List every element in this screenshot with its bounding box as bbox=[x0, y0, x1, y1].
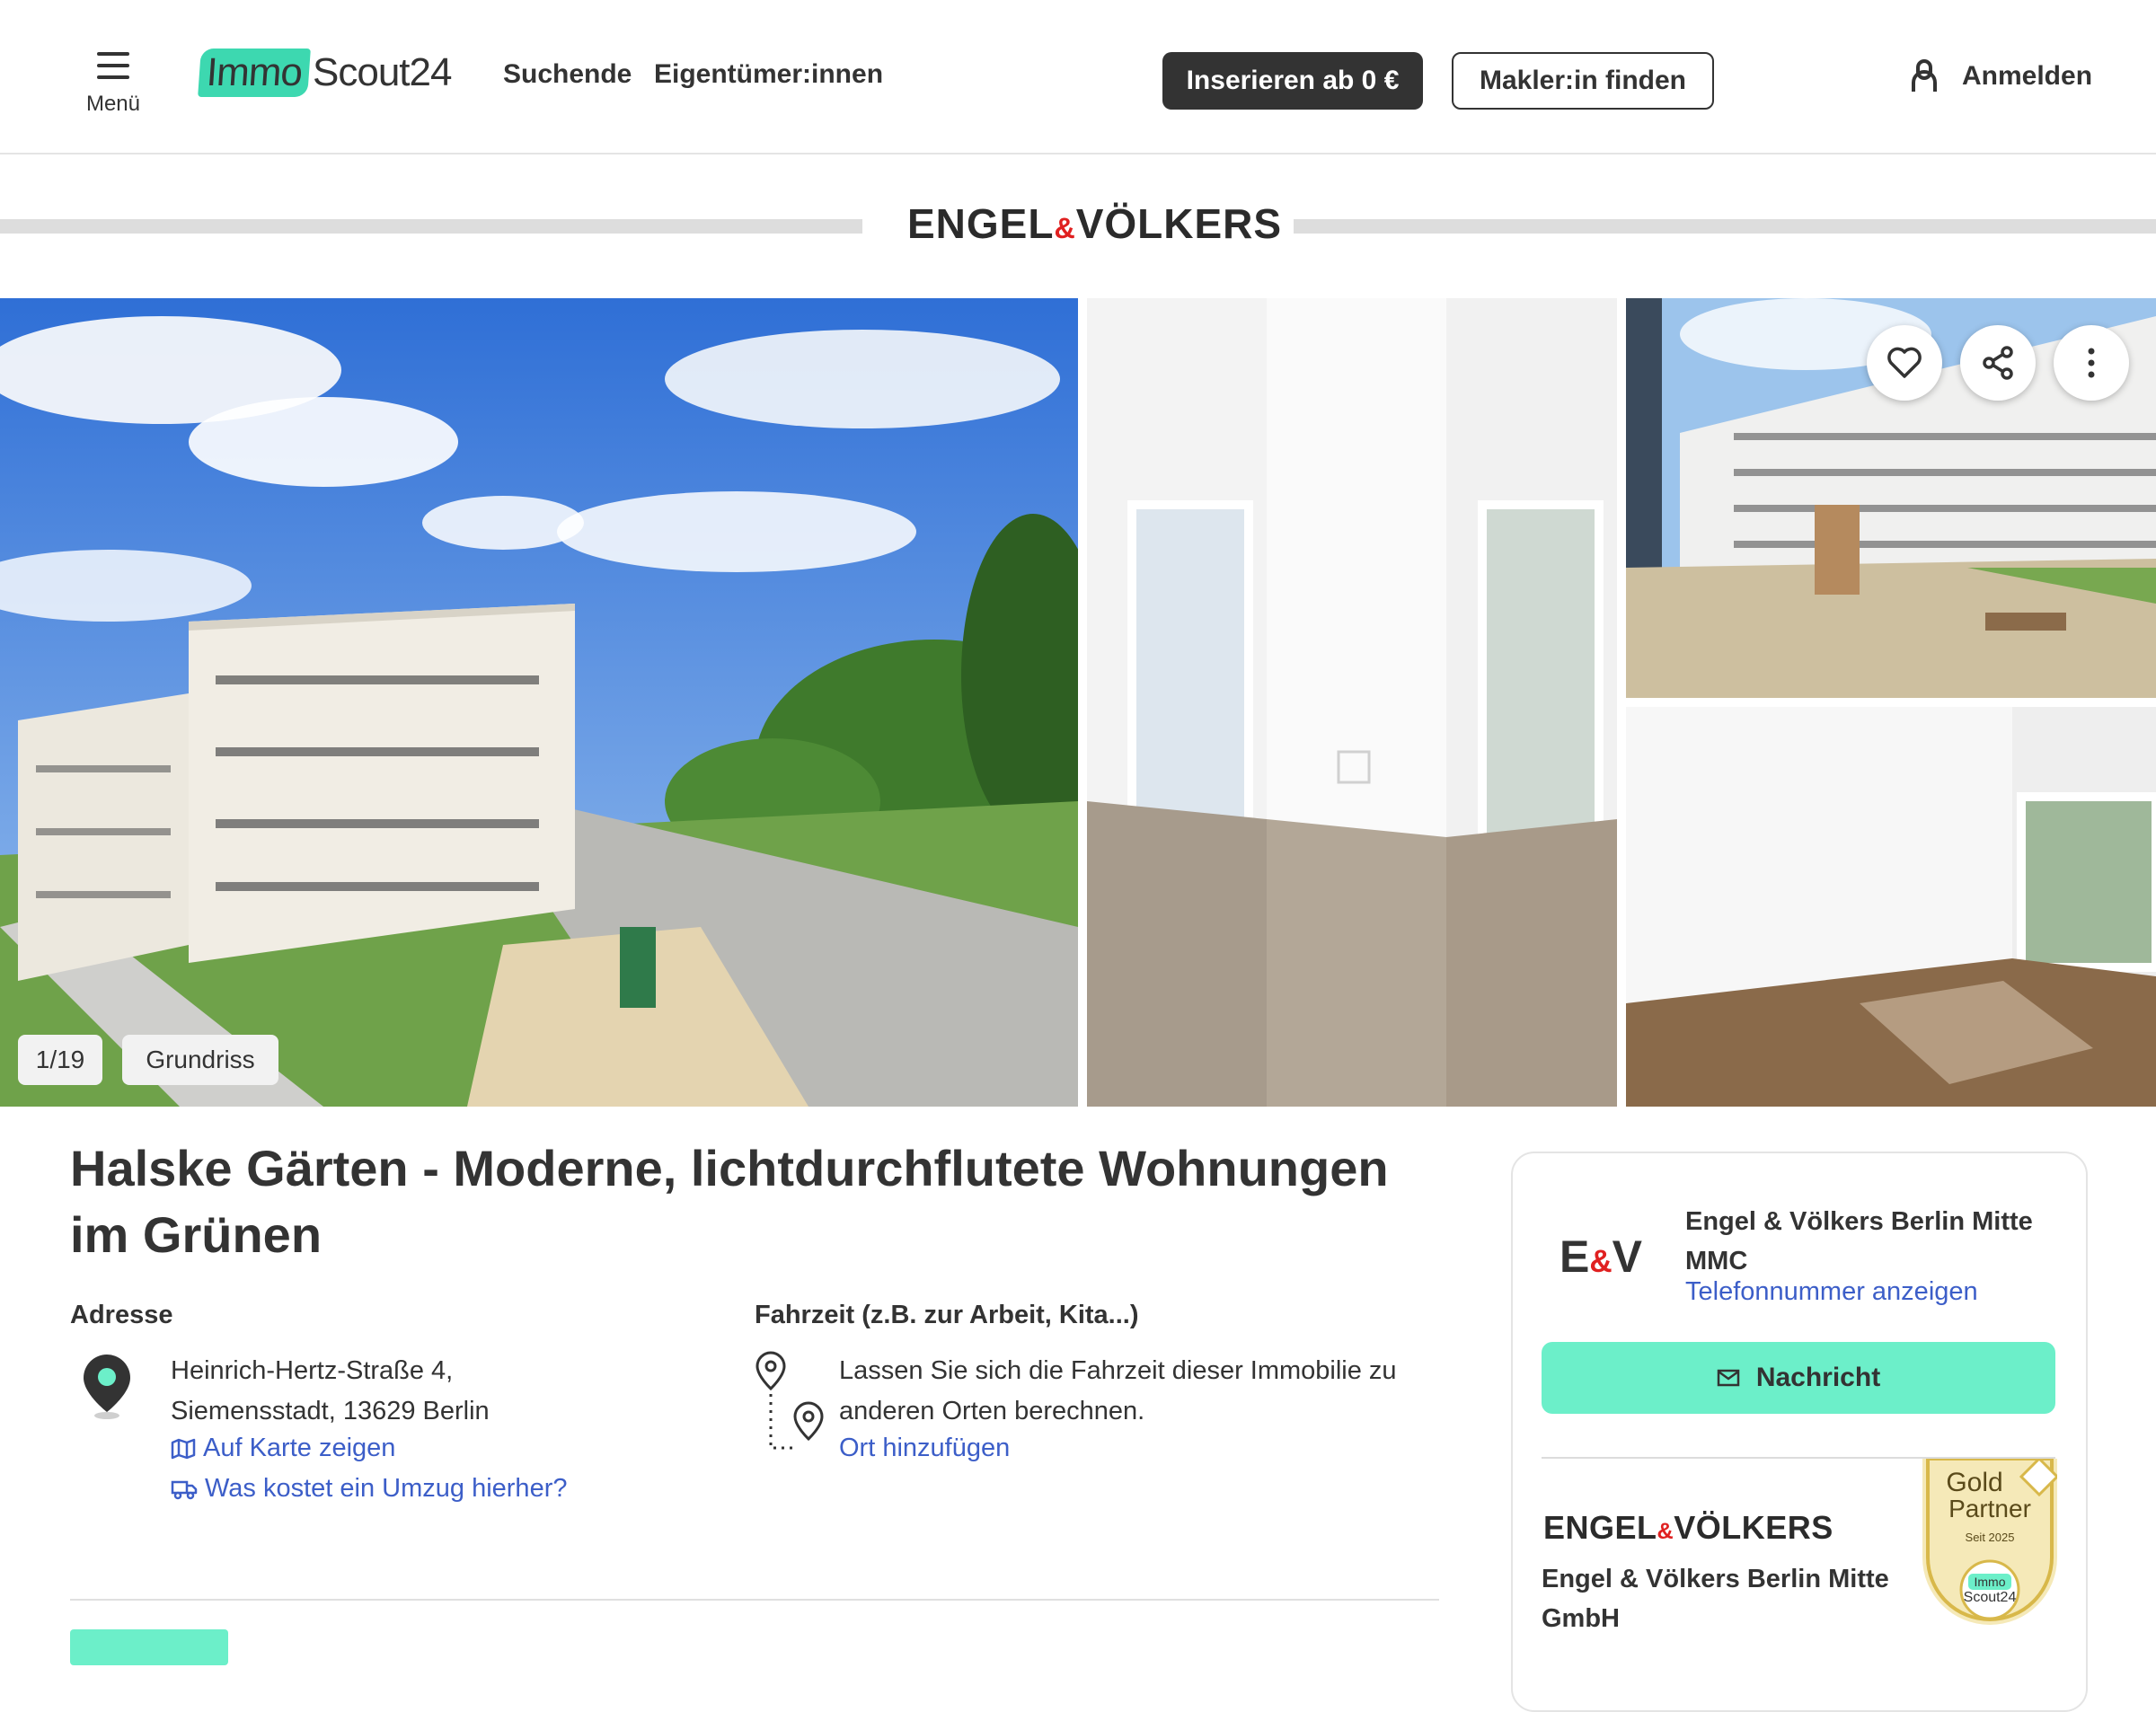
gold-partner-badge: Gold Partner Seit 2025 Immo Scout24 bbox=[1922, 1459, 2057, 1626]
travel-time-text: Lassen Sie sich die Fahrzeit dieser Immo… bbox=[839, 1356, 1397, 1425]
envelope-icon bbox=[1717, 1369, 1740, 1387]
company-logo-amp: & bbox=[1657, 1519, 1674, 1544]
truck-icon bbox=[171, 1480, 198, 1499]
brand-divider-right bbox=[1294, 219, 2156, 234]
exterior-illustration bbox=[0, 298, 1078, 1107]
message-button-label: Nachricht bbox=[1755, 1363, 1881, 1392]
nav-eigentuemer[interactable]: Eigentümer:innen bbox=[654, 59, 883, 90]
add-location-link[interactable]: Ort hinzufügen bbox=[839, 1434, 1010, 1463]
badge-subtitle: Partner bbox=[1948, 1495, 2031, 1522]
address-line-1: Heinrich-Hertz-Straße 4, bbox=[171, 1356, 454, 1385]
gallery-main-photo[interactable]: 1/19 Grundriss bbox=[0, 298, 1078, 1107]
more-icon bbox=[2088, 348, 2095, 378]
section-divider bbox=[70, 1599, 1439, 1601]
hallway-illustration bbox=[1087, 298, 1617, 1107]
user-icon bbox=[1912, 59, 1937, 92]
agent-logo-v: V bbox=[1612, 1231, 1642, 1282]
route-pins-icon bbox=[755, 1351, 824, 1450]
brand-name-right: VÖLKERS bbox=[1075, 200, 1283, 247]
logo-scout: Scout24 bbox=[313, 50, 452, 94]
travel-time-label: Fahrzeit (z.B. zur Arbeit, Kita...) bbox=[755, 1301, 1139, 1329]
floorplan-button[interactable]: Grundriss bbox=[122, 1035, 278, 1085]
gallery-photo-4[interactable] bbox=[1626, 707, 2156, 1107]
gallery-photo-2[interactable] bbox=[1087, 298, 1617, 1107]
listing-title: Halske Gärten - Moderne, lichtdurchflute… bbox=[70, 1140, 1389, 1263]
agent-logo: E&V bbox=[1560, 1231, 1642, 1283]
brand-divider-left bbox=[0, 219, 862, 234]
brand-amp: & bbox=[1054, 212, 1076, 244]
contact-card: E&V Engel & Völkers Berlin Mitte MMC Tel… bbox=[1511, 1152, 2088, 1712]
moving-cost-link[interactable]: Was kostet ein Umzug hierher? bbox=[171, 1474, 567, 1504]
company-name: Engel & Völkers Berlin Mitte GmbH bbox=[1542, 1565, 1889, 1633]
agent-logo-e: E bbox=[1560, 1231, 1590, 1282]
show-on-map-link[interactable]: Auf Karte zeigen bbox=[171, 1434, 395, 1463]
badge-title: Gold bbox=[1946, 1468, 2003, 1497]
more-options-button[interactable] bbox=[2054, 325, 2129, 401]
site-header: Menü Immo Scout24 Suchende Eigentümer:in… bbox=[0, 0, 2156, 154]
moving-cost-label: Was kostet ein Umzug hierher? bbox=[205, 1474, 568, 1503]
logo-immo: Immo bbox=[198, 49, 311, 97]
hamburger-icon bbox=[97, 52, 129, 79]
immoscout-logo[interactable]: Immo Scout24 bbox=[198, 47, 452, 99]
photo-counter: 1/19 bbox=[18, 1035, 102, 1085]
company-logo-left: ENGEL bbox=[1543, 1509, 1657, 1546]
favorite-button[interactable] bbox=[1867, 325, 1942, 401]
living-room-illustration bbox=[1626, 707, 2156, 1107]
location-pin-icon bbox=[84, 1355, 130, 1419]
show-on-map-label: Auf Karte zeigen bbox=[203, 1434, 396, 1462]
login-label: Anmelden bbox=[1962, 61, 2093, 91]
find-agent-button[interactable]: Makler:in finden bbox=[1452, 52, 1714, 110]
company-logo: ENGEL&VÖLKERS bbox=[1543, 1509, 1833, 1547]
map-icon bbox=[171, 1438, 196, 1459]
show-phone-link[interactable]: Telefonnummer anzeigen bbox=[1685, 1277, 1978, 1307]
nav-suchende[interactable]: Suchende bbox=[503, 59, 632, 90]
badge-immo: Immo bbox=[1968, 1574, 2011, 1590]
price-highlight bbox=[70, 1629, 228, 1665]
login-button[interactable]: Anmelden bbox=[1910, 59, 2092, 93]
company-logo-right: VÖLKERS bbox=[1674, 1509, 1833, 1546]
agent-name: Engel & Völkers Berlin Mitte MMC bbox=[1685, 1207, 2033, 1275]
brand-name-left: ENGEL bbox=[907, 200, 1055, 247]
agent-logo-amp: & bbox=[1589, 1244, 1613, 1279]
message-button[interactable]: Nachricht bbox=[1542, 1342, 2055, 1414]
badge-scout: Scout24 bbox=[1963, 1590, 2017, 1605]
badge-since: Seit 2025 bbox=[1965, 1531, 2015, 1544]
gallery-photo-3[interactable] bbox=[1626, 298, 2156, 698]
address-label: Adresse bbox=[70, 1301, 173, 1329]
menu-label: Menü bbox=[85, 92, 141, 116]
insert-listing-button[interactable]: Inserieren ab 0 € bbox=[1162, 52, 1423, 110]
address-line-2: Siemensstadt, 13629 Berlin bbox=[171, 1397, 490, 1425]
share-icon bbox=[1983, 346, 2013, 380]
share-button[interactable] bbox=[1960, 325, 2036, 401]
heart-icon bbox=[1887, 347, 1922, 378]
menu-button[interactable]: Menü bbox=[75, 52, 151, 124]
engel-voelkers-logo: ENGEL&VÖLKERS bbox=[907, 199, 1281, 248]
